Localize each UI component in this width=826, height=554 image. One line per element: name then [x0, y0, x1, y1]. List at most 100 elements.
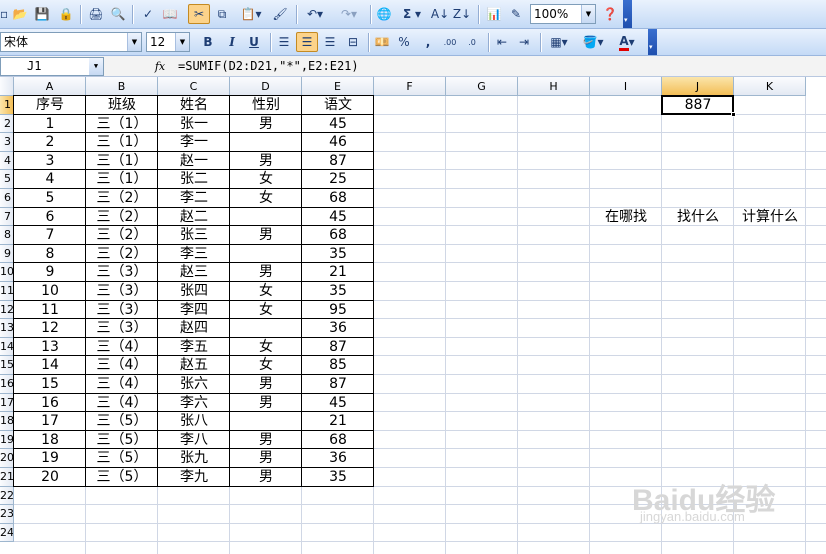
- table-cell[interactable]: 45: [302, 208, 374, 227]
- zoom-select[interactable]: 100% ▼: [530, 4, 596, 24]
- column-header-h[interactable]: H: [518, 77, 590, 96]
- column-header-c[interactable]: C: [158, 77, 230, 96]
- table-cell[interactable]: 张一: [158, 115, 230, 134]
- spelling-icon[interactable]: ✓: [138, 4, 158, 24]
- table-cell[interactable]: 18: [14, 431, 86, 450]
- table-cell[interactable]: 36: [302, 319, 374, 338]
- drawing-icon[interactable]: ✎: [506, 4, 526, 24]
- table-cell[interactable]: 张三: [158, 226, 230, 245]
- align-left-icon[interactable]: ☰: [274, 32, 294, 52]
- chevron-down-icon[interactable]: ▼: [581, 5, 595, 23]
- table-cell[interactable]: 13: [14, 338, 86, 357]
- sort-descending-icon[interactable]: Z↓: [452, 4, 472, 24]
- copy-icon[interactable]: ⧉: [212, 4, 232, 24]
- sort-ascending-icon[interactable]: A↓: [430, 4, 450, 24]
- worksheet-grid[interactable]: A B C D E F G H I J K 1 2 3 4 5 6 7 8 9 10 11 12 13 14 15 16 17 18 19…: [0, 77, 826, 554]
- comma-style-button[interactable]: ,: [418, 32, 438, 52]
- row-header-24[interactable]: 24: [0, 523, 14, 543]
- column-header-g[interactable]: G: [446, 77, 518, 96]
- formula-input[interactable]: =SUMIF(D2:D21,"*",E2:E21): [178, 57, 359, 76]
- table-cell[interactable]: 女: [230, 282, 302, 301]
- table-cell[interactable]: 16: [14, 394, 86, 413]
- table-cell[interactable]: 3: [14, 152, 86, 171]
- table-cell[interactable]: 李三: [158, 245, 230, 264]
- borders-icon[interactable]: ▦▾: [544, 32, 574, 52]
- underline-button[interactable]: U: [244, 32, 264, 52]
- table-cell[interactable]: 87: [302, 152, 374, 171]
- chevron-down-icon[interactable]: ▼: [89, 58, 103, 75]
- table-cell[interactable]: 25: [302, 170, 374, 189]
- italic-button[interactable]: I: [222, 32, 242, 52]
- table-cell[interactable]: 张六: [158, 375, 230, 394]
- font-name-select[interactable]: 宋体 ▼: [0, 32, 142, 52]
- table-cell[interactable]: 女: [230, 189, 302, 208]
- table-cell[interactable]: 三（1）: [86, 115, 158, 134]
- row-header-9[interactable]: 9: [0, 244, 14, 264]
- table-cell[interactable]: 男: [230, 152, 302, 171]
- row-header-19[interactable]: 19: [0, 430, 14, 450]
- table-cell[interactable]: 三（1）: [86, 152, 158, 171]
- table-cell[interactable]: 男: [230, 431, 302, 450]
- table-cell[interactable]: 36: [302, 449, 374, 468]
- table-cell[interactable]: 19: [14, 449, 86, 468]
- row-header-23[interactable]: 23: [0, 505, 14, 524]
- table-cell[interactable]: 三（5）: [86, 412, 158, 431]
- row-header-5[interactable]: 5: [0, 170, 14, 189]
- table-cell[interactable]: 2: [14, 133, 86, 152]
- table-cell[interactable]: 李一: [158, 133, 230, 152]
- table-cell[interactable]: 11: [14, 301, 86, 320]
- table-cell[interactable]: 14: [14, 356, 86, 375]
- table-cell[interactable]: 35: [302, 468, 374, 487]
- table-cell[interactable]: 5: [14, 189, 86, 208]
- table-cell[interactable]: 8: [14, 245, 86, 264]
- format-painter-icon[interactable]: 🖌: [270, 4, 290, 24]
- row-header-12[interactable]: 12: [0, 300, 14, 320]
- table-cell[interactable]: 男: [230, 263, 302, 282]
- help-icon[interactable]: ❓: [600, 4, 620, 24]
- cell-i7-label[interactable]: 在哪找: [590, 208, 662, 227]
- column-header-f[interactable]: F: [374, 77, 446, 96]
- print-preview-icon[interactable]: 🔍: [108, 4, 128, 24]
- row-header-11[interactable]: 11: [0, 282, 14, 301]
- table-cell[interactable]: 三（3）: [86, 263, 158, 282]
- chevron-down-icon[interactable]: ▼: [175, 33, 189, 51]
- table-cell[interactable]: 男: [230, 468, 302, 487]
- print-icon[interactable]: 🖨: [86, 4, 106, 24]
- open-file-icon[interactable]: 📂: [10, 4, 30, 24]
- column-header-i[interactable]: I: [590, 77, 662, 96]
- column-header-d[interactable]: D: [230, 77, 302, 96]
- table-cell[interactable]: 三（2）: [86, 208, 158, 227]
- cut-icon[interactable]: ✂: [188, 4, 210, 24]
- table-cell[interactable]: 45: [302, 394, 374, 413]
- table-cell[interactable]: 20: [14, 468, 86, 487]
- table-cell[interactable]: [230, 412, 302, 431]
- increase-decimal-icon[interactable]: .00: [440, 32, 460, 52]
- table-cell[interactable]: 李五: [158, 338, 230, 357]
- column-header-b[interactable]: B: [86, 77, 158, 96]
- table-cell[interactable]: 三（3）: [86, 282, 158, 301]
- paste-icon[interactable]: 📋▾: [236, 4, 266, 24]
- toolbar-options-icon[interactable]: ▾: [623, 0, 632, 28]
- row-header-20[interactable]: 20: [0, 449, 14, 468]
- table-cell[interactable]: 张九: [158, 449, 230, 468]
- table-cell[interactable]: 85: [302, 356, 374, 375]
- autosum-icon[interactable]: Σ ▾: [398, 4, 426, 24]
- table-cell[interactable]: 45: [302, 115, 374, 134]
- research-icon[interactable]: 📖: [160, 4, 180, 24]
- row-header-14[interactable]: 14: [0, 337, 14, 357]
- hyperlink-icon[interactable]: 🌐: [374, 4, 394, 24]
- table-cell[interactable]: 三（3）: [86, 301, 158, 320]
- table-cell[interactable]: 17: [14, 412, 86, 431]
- table-cell[interactable]: 李四: [158, 301, 230, 320]
- table-cell[interactable]: 21: [302, 263, 374, 282]
- align-center-icon[interactable]: ☰: [296, 32, 318, 52]
- table-cell[interactable]: 男: [230, 115, 302, 134]
- table-cell[interactable]: 女: [230, 301, 302, 320]
- row-header-6[interactable]: 6: [0, 189, 14, 208]
- save-icon[interactable]: 💾: [32, 4, 52, 24]
- table-cell[interactable]: 95: [302, 301, 374, 320]
- table-cell[interactable]: [230, 133, 302, 152]
- increase-indent-icon[interactable]: ⇥: [514, 32, 534, 52]
- table-cell[interactable]: 68: [302, 226, 374, 245]
- toolbar-options-icon[interactable]: ▾: [648, 29, 657, 55]
